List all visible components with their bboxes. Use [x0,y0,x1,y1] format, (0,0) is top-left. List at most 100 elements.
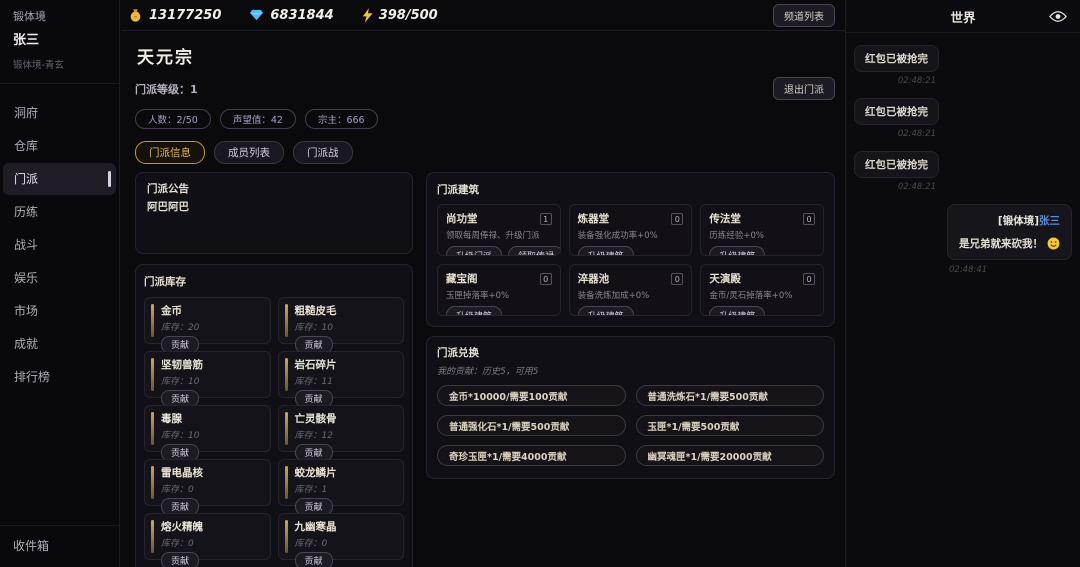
building-level-badge: 0 [539,272,552,285]
exchange-option[interactable]: 普通洗炼石*1/需要500贡献 [635,385,824,406]
inventory-grid: 金币 库存：20 贡献 粗糙皮毛 库存：10 贡献 坚韧兽筋 库存：10 贡献 岩石碎片 库存… [144,297,404,567]
building-card: 尚功堂 1 领取每周俸禄、升级门派 升级门派领取俸禄 [437,204,561,256]
exchange-option[interactable]: 普通强化石*1/需要500贡献 [437,415,626,436]
item-stock: 库存：1 [294,485,328,495]
building-name: 尚功堂 [446,213,478,225]
sidebar-item-paihangbang[interactable]: 排行榜 [3,361,116,393]
eye-icon[interactable] [1049,11,1067,22]
sidebar-menu: 洞府 仓库 门派 历练 战斗 娱乐 市场 成就 排行榜 [0,84,119,393]
building-card: 淬器池 0 装备洗炼加成+0% 升级建筑 [568,264,693,316]
inventory-item: 九幽寒晶 库存：0 贡献 [277,513,404,567]
building-name: 炼器堂 [577,213,610,225]
sect-page: 天元宗 门派等级：1 退出门派 人数：2/50 声望值：42 宗主：666 门派… [121,43,845,567]
chat-message: 红包已被抢完 02:48:21 [854,45,939,95]
inventory-item: 岩石碎片 库存：11 贡献 [277,351,404,407]
message-text: 红包已被抢完 [854,98,939,125]
exchange-option[interactable]: 奇珍玉匣*1/需要4000贡献 [437,445,626,466]
upgrade-building-button[interactable]: 升级建筑 [446,306,503,315]
upgrade-building-button[interactable]: 升级建筑 [577,306,634,315]
sidebar-item-label: 战斗 [14,238,39,252]
item-name: 九幽寒晶 [294,521,337,533]
sidebar-item-menpai[interactable]: 门派 [3,163,116,195]
energy-value: 398/500 [378,7,438,23]
building-desc: 装备强化成功率+0% [577,231,658,241]
building-name: 淬器池 [577,273,610,285]
sidebar-item-inbox[interactable]: 收件箱 [0,525,119,567]
sender-name[interactable]: 张三 [1039,215,1060,227]
building-level-badge: 0 [671,212,684,225]
sidebar-item-cangku[interactable]: 仓库 [3,130,116,162]
diamond-value: 6831844 [270,7,334,23]
item-stock: 库存：10 [161,377,200,387]
item-stock: 库存：12 [294,431,333,441]
upgrade-building-button[interactable]: 升级建筑 [709,246,766,255]
active-indicator [108,171,111,187]
chat-title: 世界 [950,9,976,25]
message-time: 02:48:21 [897,76,936,86]
building-desc: 领取每周俸禄、升级门派 [446,231,540,241]
exchange-option[interactable]: 幽冥魂匣*1/需要20000贡献 [635,445,824,466]
sect-inventory-panel: 门派库存 金币 库存：20 贡献 粗糙皮毛 库存：10 贡献 坚韧兽筋 库存：10 贡献 岩… [135,264,413,567]
item-stock: 库存：10 [161,431,200,441]
building-card: 藏宝阁 0 玉匣掉落率+0% 升级建筑 [437,264,561,316]
building-name: 藏宝阁 [446,273,478,285]
building-level-badge: 0 [802,212,815,225]
claim-salary-button[interactable]: 领取俸禄 [508,246,560,255]
chat-messages: 红包已被抢完 02:48:21 红包已被抢完 02:48:21 红包已被抢完 0… [846,33,1080,290]
sidebar-item-label: 成就 [14,337,39,351]
item-name: 毒腺 [161,413,182,425]
member-count-badge: 人数：2/50 [135,109,211,129]
message-time: 02:48:21 [897,182,936,192]
tab-sect-war[interactable]: 门派战 [293,141,353,164]
message-text: 是兄弟就来砍我！ [959,238,1043,250]
sect-name: 天元宗 [137,48,194,68]
sidebar-item-dongfu[interactable]: 洞府 [3,97,116,129]
building-name: 传法堂 [709,213,741,225]
item-name: 岩石碎片 [294,359,337,371]
sidebar-item-yule[interactable]: 娱乐 [3,262,116,294]
exchange-option[interactable]: 玉匣*1/需要500贡献 [635,415,824,436]
donate-button[interactable]: 贡献 [294,552,333,567]
building-card: 天演殿 0 金币/灵石掉落率+0% 升级建筑 [700,264,824,316]
exit-sect-button[interactable]: 退出门派 [773,77,835,100]
building-desc: 金币/灵石掉落率+0% [709,291,793,301]
sidebar-item-label: 洞府 [14,106,39,120]
donate-button[interactable]: 贡献 [161,552,200,567]
leader-badge: 宗主：666 [304,109,378,129]
channel-list-button[interactable]: 频道列表 [773,3,835,27]
diamond-currency: 6831844 [249,7,334,23]
diamond-icon [249,9,264,21]
item-name: 坚韧兽筋 [161,359,203,371]
tab-member-list[interactable]: 成员列表 [214,141,284,164]
building-desc: 历练经验+0% [709,231,764,241]
sidebar-item-shichang[interactable]: 市场 [3,295,116,327]
upgrade-building-button[interactable]: 升级建筑 [577,246,634,255]
item-name: 熔火精魄 [161,521,203,533]
building-level-badge: 0 [802,272,815,285]
buildings-title: 门派建筑 [437,184,479,196]
tab-sect-info[interactable]: 门派信息 [135,141,205,164]
upgrade-building-button[interactable]: 升级建筑 [709,306,766,315]
upgrade-sect-button[interactable]: 升级门派 [446,246,503,255]
sidebar-item-chengjiu[interactable]: 成就 [3,328,116,360]
sender-realm: [锻体境] [997,215,1039,227]
chat-message: 红包已被抢完 02:48:21 [854,151,939,201]
item-stock: 库存：0 [161,485,194,495]
exchange-option[interactable]: 金币*10000/需要100贡献 [437,385,626,406]
sidebar: 锻体境 张三 锻体境-青玄 洞府 仓库 门派 历练 战斗 娱乐 市场 成就 排行… [0,0,120,567]
app-root: 锻体境 张三 锻体境-青玄 洞府 仓库 门派 历练 战斗 娱乐 市场 成就 排行… [0,0,1080,567]
sidebar-item-lilian[interactable]: 历练 [3,196,116,228]
item-stock: 库存：0 [161,539,194,549]
gold-value: 13177250 [149,7,222,23]
laughing-emoji-icon [1047,237,1060,250]
inventory-item: 雷电晶核 库存：0 贡献 [144,459,271,515]
sidebar-item-zhandou[interactable]: 战斗 [3,229,116,261]
building-desc: 玉匣掉落率+0% [446,291,510,301]
world-chat-panel: 世界 红包已被抢完 02:48:21 红包已被抢完 02:48:21 红包已被抢… [845,0,1080,567]
buildings-grid: 尚功堂 1 领取每周俸禄、升级门派 升级门派领取俸禄 炼器堂 0 装备强化成功率+0… [437,204,824,316]
notice-title: 门派公告 [147,183,189,195]
main-area: 13177250 6831844 398/500 频道列表 天元宗 门派等级：1… [121,0,845,567]
item-name: 金币 [161,305,182,317]
inventory-item: 毒腺 库存：10 贡献 [144,405,271,461]
item-name: 蛟龙鳞片 [294,467,337,479]
